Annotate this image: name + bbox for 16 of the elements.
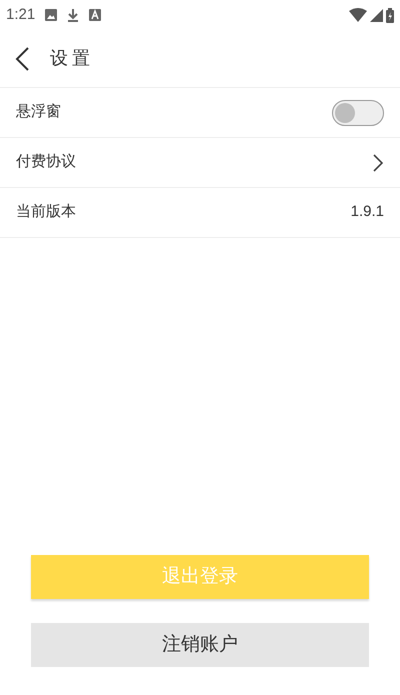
version-value: 1.9.1: [350, 202, 384, 222]
row-label: 付费协议: [16, 152, 76, 172]
page-title: 设置: [50, 47, 94, 70]
delete-account-button[interactable]: 注销账户: [31, 623, 369, 667]
wifi-icon: [349, 8, 367, 22]
signal-icon: [370, 8, 383, 22]
status-time: 1:21: [6, 4, 36, 25]
chevron-right-icon[interactable]: [372, 152, 384, 172]
row-label: 当前版本: [16, 202, 76, 222]
download-icon: [67, 8, 80, 22]
battery-icon: [386, 8, 394, 22]
back-icon[interactable]: [14, 46, 30, 72]
app-icon: [89, 9, 102, 21]
image-icon: [45, 9, 58, 21]
toggle-switch[interactable]: [332, 100, 384, 126]
row-label: 悬浮窗: [16, 102, 61, 122]
